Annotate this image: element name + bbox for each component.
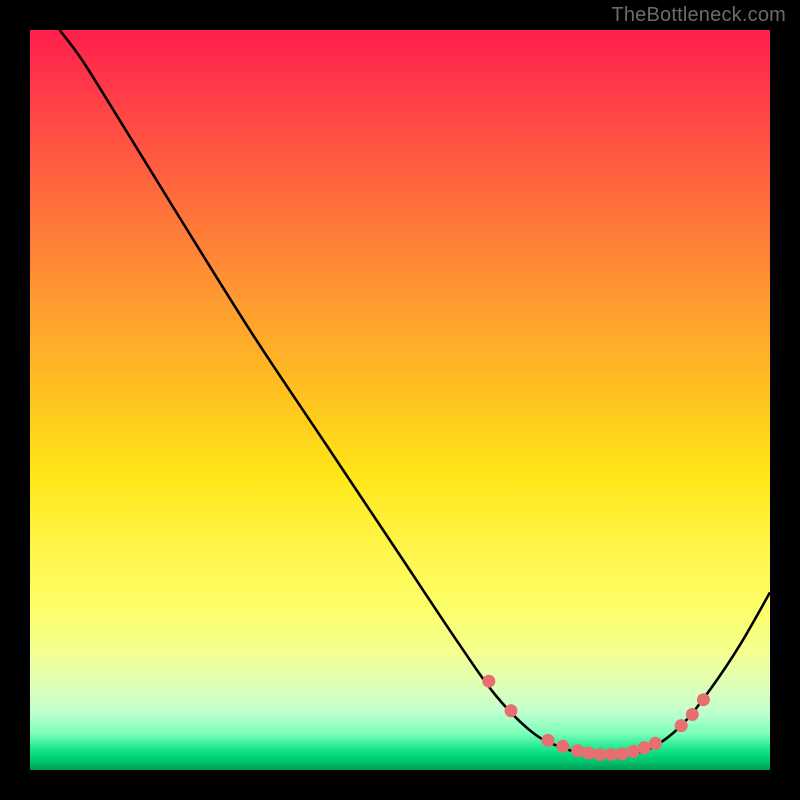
chart-marker [593, 748, 606, 761]
attribution-text: TheBottleneck.com [611, 4, 786, 27]
chart-marker [649, 737, 662, 750]
chart-marker [505, 704, 518, 717]
chart-marker [582, 746, 595, 759]
chart-marker [482, 675, 495, 688]
chart-marker [604, 748, 617, 761]
chart-marker [697, 693, 710, 706]
chart-plot [30, 30, 770, 770]
chart-frame [30, 30, 770, 770]
chart-marker [556, 740, 569, 753]
chart-marker [686, 708, 699, 721]
chart-marker [627, 745, 640, 758]
chart-marker [675, 719, 688, 732]
chart-marker [542, 734, 555, 747]
chart-line [60, 30, 770, 756]
chart-marker [638, 741, 651, 754]
chart-marker [571, 744, 584, 757]
chart-marker [616, 747, 629, 760]
